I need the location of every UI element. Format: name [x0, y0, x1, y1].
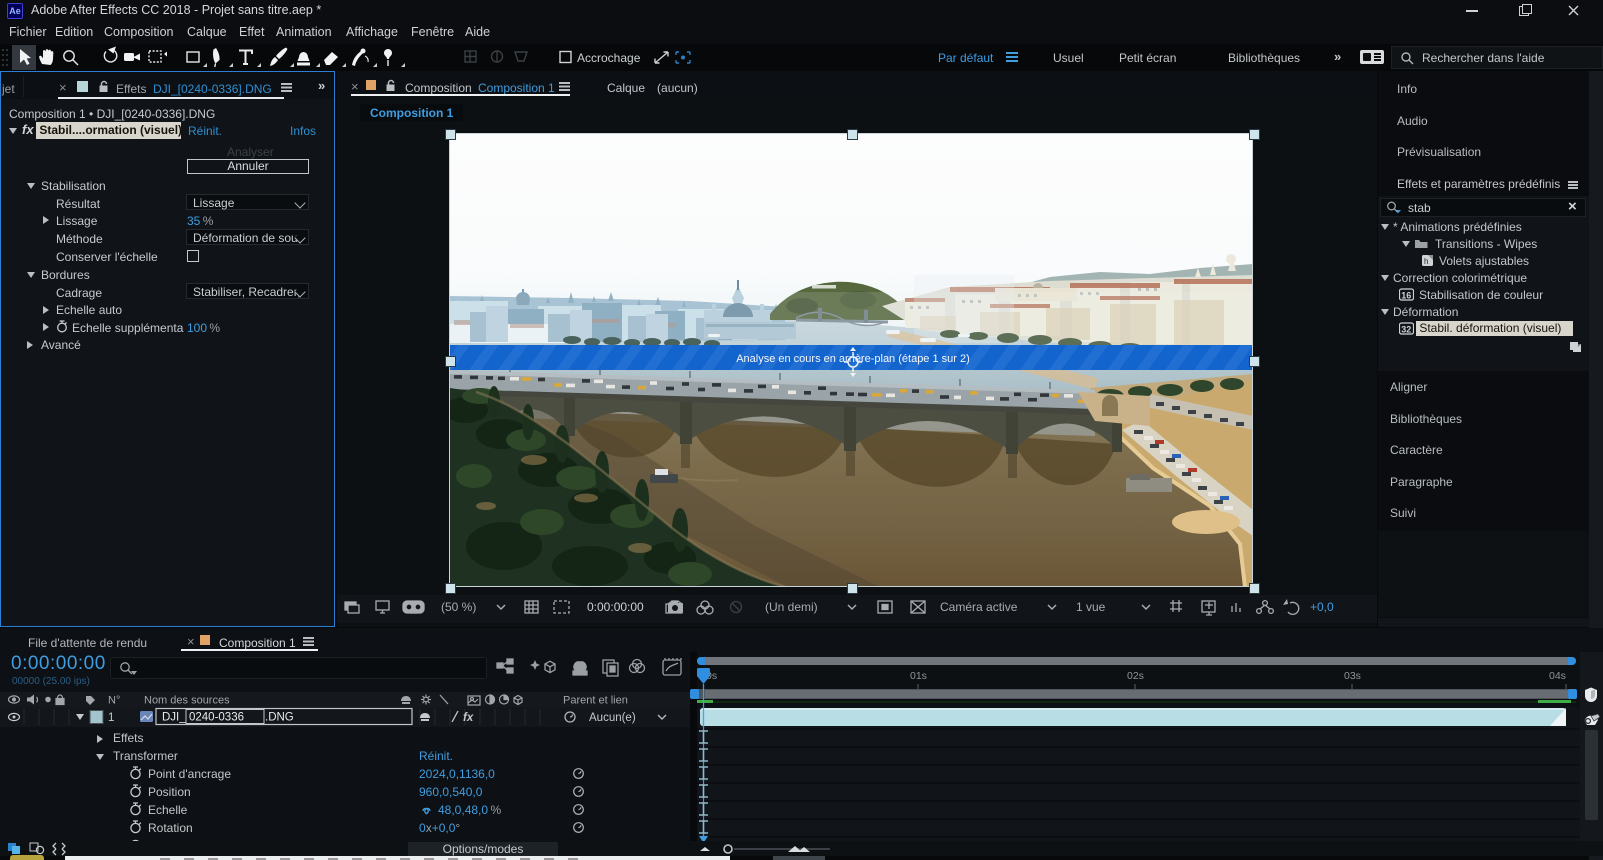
svg-text:Aucun(e): Aucun(e)	[589, 712, 636, 724]
svg-text:16: 16	[1401, 291, 1411, 301]
svg-text:.DNG: .DNG	[265, 712, 294, 724]
svg-text:Nom des sources: Nom des sources	[144, 695, 230, 707]
svg-text:h: h	[1424, 257, 1428, 266]
svg-text:0:00:00:00: 0:00:00:00	[587, 600, 644, 614]
svg-text:(Un demi): (Un demi)	[765, 600, 818, 614]
svg-text:fx: fx	[463, 712, 474, 724]
svg-text:0240-0336: 0240-0336	[189, 712, 244, 724]
svg-text:1 vue: 1 vue	[1076, 600, 1106, 614]
svg-text:DJI_: DJI_	[162, 712, 186, 724]
svg-text:(50 %): (50 %)	[441, 600, 476, 614]
svg-text:32: 32	[1401, 325, 1411, 335]
svg-text:Caméra active: Caméra active	[940, 600, 1018, 614]
svg-text:Parent et lien: Parent et lien	[563, 695, 628, 707]
svg-text:N°: N°	[108, 695, 120, 707]
svg-text:1: 1	[108, 712, 114, 724]
svg-text:+0,0: +0,0	[1310, 600, 1334, 614]
